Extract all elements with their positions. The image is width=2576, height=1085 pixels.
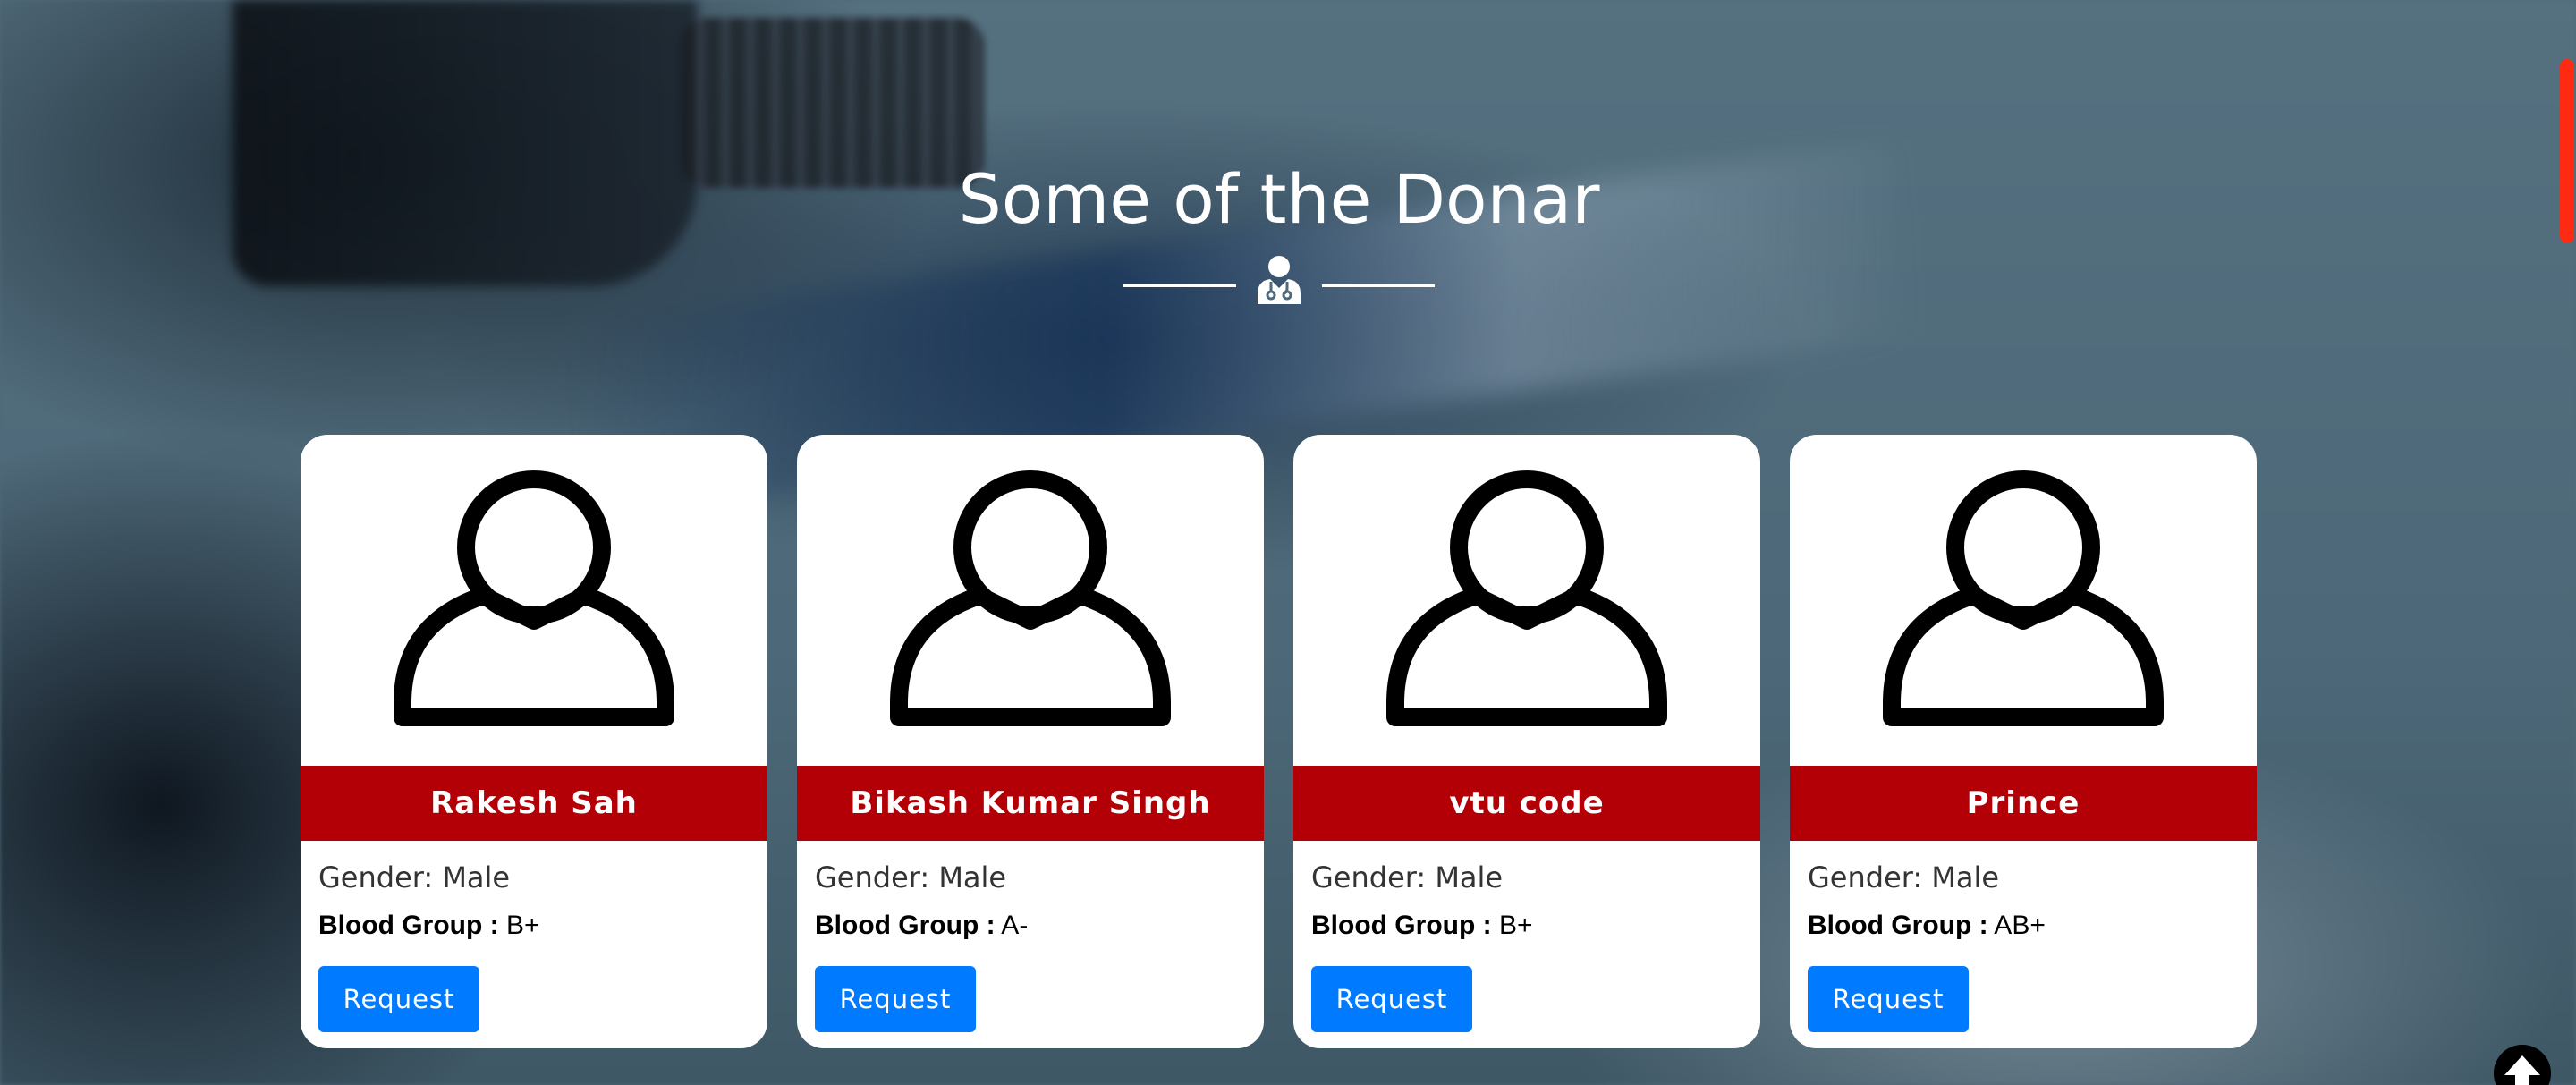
donor-card: Bikash Kumar Singh Gender: Male Blood Gr… — [797, 435, 1264, 1048]
blood-group-label: Blood Group : — [1311, 911, 1492, 940]
donor-gender: Gender: Male — [318, 860, 511, 894]
divider-line-left — [1123, 284, 1236, 287]
user-icon — [890, 470, 1171, 726]
blood-group-label: Blood Group : — [318, 911, 499, 940]
blood-group-value: B+ — [1491, 911, 1533, 940]
request-button[interactable]: Request — [1808, 966, 1969, 1032]
user-icon — [1883, 470, 2164, 726]
title-divider — [1123, 250, 1435, 304]
divider-line-right — [1322, 284, 1435, 287]
donor-cards: Rakesh Sah Gender: Male Blood Group : B+… — [301, 435, 2259, 1048]
donor-card: Rakesh Sah Gender: Male Blood Group : B+… — [301, 435, 767, 1048]
donor-blood-group: Blood Group : AB+ — [1808, 911, 2046, 941]
request-button[interactable]: Request — [815, 966, 976, 1032]
scrollbar-thumb[interactable] — [2560, 59, 2574, 243]
blood-group-value: B+ — [498, 911, 540, 940]
user-icon — [394, 470, 674, 726]
donor-name: vtu code — [1293, 766, 1760, 841]
scrollbar[interactable] — [2556, 0, 2576, 1085]
request-button[interactable]: Request — [1311, 966, 1472, 1032]
donor-gender: Gender: Male — [1311, 860, 1504, 894]
donor-card: vtu code Gender: Male Blood Group : B+ R… — [1293, 435, 1760, 1048]
donor-name: Prince — [1790, 766, 2257, 841]
blood-group-value: A- — [995, 911, 1029, 940]
donor-name: Bikash Kumar Singh — [797, 766, 1264, 841]
blood-group-value: AB+ — [1987, 911, 2046, 940]
donor-name: Rakesh Sah — [301, 766, 767, 841]
doctor-icon — [1258, 256, 1301, 304]
request-button[interactable]: Request — [318, 966, 479, 1032]
donor-gender: Gender: Male — [815, 860, 1007, 894]
background-shape — [233, 0, 698, 286]
section-title: Some of the Donar — [958, 159, 1600, 239]
donor-blood-group: Blood Group : B+ — [1311, 911, 1533, 941]
donor-gender: Gender: Male — [1808, 860, 2000, 894]
donor-blood-group: Blood Group : B+ — [318, 911, 540, 941]
user-icon — [1386, 470, 1667, 726]
donor-blood-group: Blood Group : A- — [815, 911, 1028, 941]
blood-group-label: Blood Group : — [815, 911, 996, 940]
blood-group-label: Blood Group : — [1808, 911, 1988, 940]
donor-card: Prince Gender: Male Blood Group : AB+ Re… — [1790, 435, 2257, 1048]
